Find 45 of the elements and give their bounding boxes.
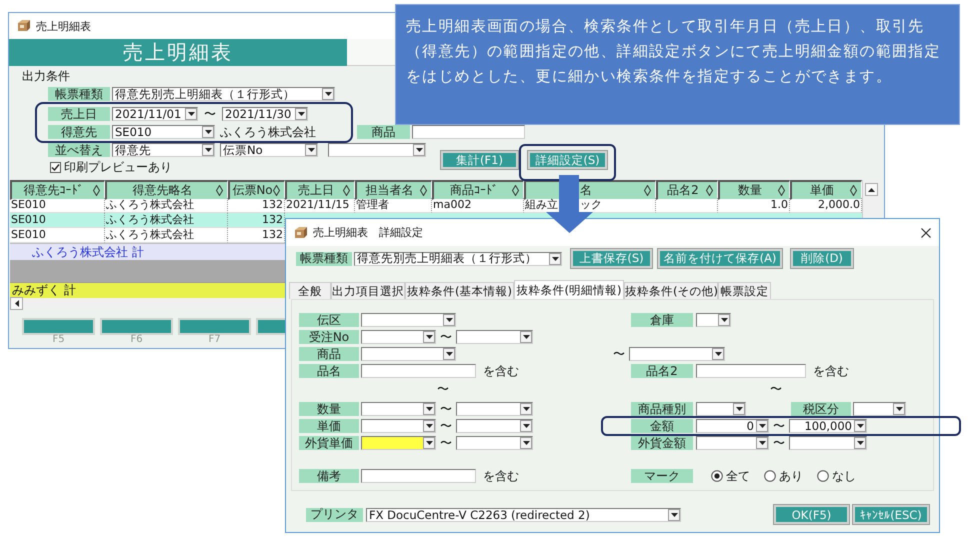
window-title: 売上明細表 xyxy=(36,18,91,34)
field-label: 伝区 xyxy=(299,313,359,327)
field-label: 帳票種類 xyxy=(296,252,352,266)
window-title: 売上明細表 詳細設定 xyxy=(313,225,423,240)
field-label: 単価 xyxy=(299,419,359,433)
suffix-text: を含む xyxy=(483,468,519,484)
key-label: F7 xyxy=(208,335,221,345)
field-label: 並べ替え xyxy=(48,143,110,157)
field-label: 備考 xyxy=(299,469,359,483)
field-label: 税区分 xyxy=(791,402,851,416)
field-label: 商品 xyxy=(357,125,410,139)
key-label: F6 xyxy=(130,335,143,345)
range-separator: 〜 xyxy=(439,400,453,418)
range-separator: 〜 xyxy=(203,106,217,122)
range-separator: 〜 xyxy=(439,418,453,434)
field-label: 外貨金額 xyxy=(631,436,693,450)
key-label: F5 xyxy=(52,335,65,345)
callout-text: 売上明細表画面の場合、検索条件として取引年月日（売上日）、取引先（得意先）の範囲指定の他、詳細設定ボタンにて売上明細金額の範囲指定をはじめとした、更に細かい検索条件を指定することができます。 xyxy=(406,16,942,87)
field-label: マーク xyxy=(631,469,693,483)
suffix-text: を含む xyxy=(813,362,849,380)
field-label: 品名2 xyxy=(631,364,693,378)
range-separator: 〜 xyxy=(439,434,453,452)
field-label: 受注No xyxy=(299,330,359,344)
range-separator: 〜 xyxy=(439,328,453,346)
range-separator: 〜 xyxy=(612,346,626,362)
range-separator: 〜 xyxy=(437,381,449,398)
customer-name: ふくろう株式会社 xyxy=(220,124,316,140)
suffix-text: を含む xyxy=(483,362,519,380)
field-label: 商品種別 xyxy=(631,402,693,416)
field-label: 倉庫 xyxy=(631,313,693,327)
field-label: 数量 xyxy=(299,402,359,416)
range-separator: 〜 xyxy=(772,434,786,452)
section-title: 出力条件 xyxy=(22,70,70,82)
field-label: 帳票種類 xyxy=(48,87,110,101)
range-separator: 〜 xyxy=(770,381,782,398)
field-label: 外貨単価 xyxy=(299,436,359,450)
checkbox-label: 印刷プレビューあり xyxy=(64,158,172,176)
range-separator: 〜 xyxy=(772,418,786,434)
field-label: 商品 xyxy=(299,347,359,361)
field-label: プリンタ xyxy=(306,508,363,522)
field-label: 売上日 xyxy=(48,107,110,121)
field-label: 得意先 xyxy=(48,125,110,139)
field-label: 金額 xyxy=(631,419,693,433)
screen-title: 売上明細表 xyxy=(9,39,347,66)
field-label: 品名 xyxy=(299,364,359,378)
